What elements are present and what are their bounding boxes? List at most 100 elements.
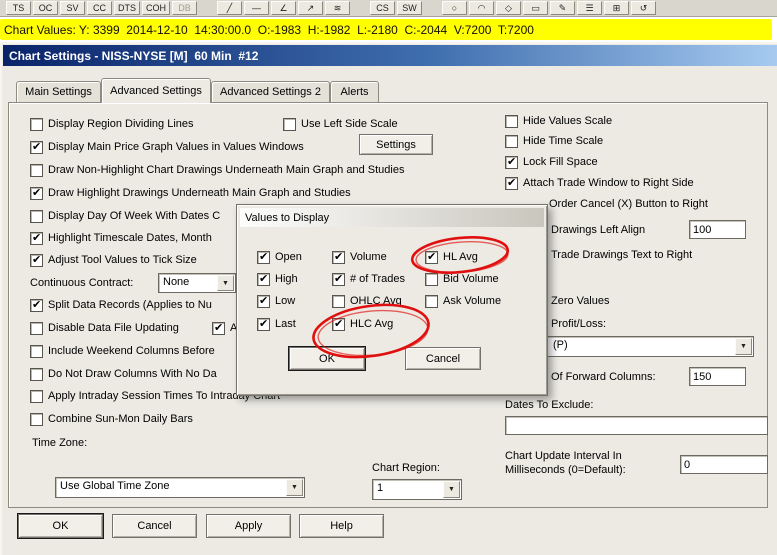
pencil-tool-icon[interactable]: ✎: [550, 1, 575, 15]
tab-advanced-settings-2[interactable]: Advanced Settings 2: [211, 81, 330, 102]
option-hlc-avg[interactable]: HLC Avg: [332, 317, 393, 331]
checkbox[interactable]: [505, 114, 518, 128]
checkbox[interactable]: [425, 294, 438, 308]
popup-titlebar[interactable]: Values to Display: [240, 208, 544, 227]
dialog-titlebar[interactable]: Chart Settings - NISS-NYSE [M] 60 Min #1…: [3, 45, 777, 66]
chevron-down-icon[interactable]: ▼: [443, 481, 460, 498]
apply-button[interactable]: Apply: [206, 514, 291, 538]
option-display-main-price-graph-values[interactable]: Display Main Price Graph Values in Value…: [30, 140, 304, 154]
toolbar-button-oc[interactable]: OC: [33, 1, 58, 15]
option-draw-highlight-drawings[interactable]: Draw Highlight Drawings Underneath Main …: [30, 186, 351, 200]
checkbox[interactable]: [30, 117, 43, 131]
option-display-day-of-week[interactable]: Display Day Of Week With Dates C: [30, 209, 220, 223]
checkbox[interactable]: [30, 209, 43, 223]
tab-alerts[interactable]: Alerts: [330, 81, 379, 102]
popup-ok-button[interactable]: OK: [289, 347, 365, 370]
option-lock-fill-space[interactable]: Lock Fill Space: [505, 155, 598, 169]
menu-tool-icon[interactable]: ☰: [577, 1, 602, 15]
option-hl-avg[interactable]: HL Avg: [425, 250, 478, 264]
option-combine-sun-mon-bars[interactable]: Combine Sun-Mon Daily Bars: [30, 412, 193, 426]
option-attach-trade-window[interactable]: Attach Trade Window to Right Side: [505, 176, 694, 190]
toolbar-button-sw[interactable]: SW: [397, 1, 422, 15]
checkbox[interactable]: [30, 253, 43, 267]
option-do-not-draw-columns[interactable]: Do Not Draw Columns With No Da: [30, 367, 217, 381]
arrow-tool-icon[interactable]: ↗: [298, 1, 323, 15]
option-draw-non-highlight-drawings[interactable]: Draw Non-Highlight Chart Drawings Undern…: [30, 163, 404, 177]
checkbox[interactable]: [332, 250, 345, 264]
checkbox[interactable]: [30, 298, 43, 312]
checkbox[interactable]: [257, 250, 270, 264]
tab-main-settings[interactable]: Main Settings: [16, 81, 101, 102]
dates-to-exclude-input[interactable]: [505, 416, 768, 435]
cancel-button[interactable]: Cancel: [112, 514, 197, 538]
option-use-left-side-scale[interactable]: Use Left Side Scale: [283, 117, 398, 131]
checkbox[interactable]: [283, 117, 296, 131]
option-include-weekend-columns[interactable]: Include Weekend Columns Before: [30, 344, 215, 358]
rectangle-tool-icon[interactable]: ▭: [523, 1, 548, 15]
trendline-tool-icon[interactable]: ╱: [217, 1, 242, 15]
chart-region-select[interactable]: 1 ▼: [372, 479, 462, 500]
toolbar-button-cc[interactable]: CC: [87, 1, 112, 15]
option-last[interactable]: Last: [257, 317, 296, 331]
option-ohlc-avg[interactable]: OHLC Avg: [332, 294, 402, 308]
time-zone-select[interactable]: Use Global Time Zone ▼: [55, 477, 305, 498]
option-open[interactable]: Open: [257, 250, 302, 264]
option-adjust-tool-values[interactable]: Adjust Tool Values to Tick Size: [30, 253, 197, 267]
checkbox[interactable]: [30, 163, 43, 177]
wave-tool-icon[interactable]: ≋: [325, 1, 350, 15]
checkbox[interactable]: [212, 321, 225, 335]
checkbox[interactable]: [30, 231, 43, 245]
checkbox[interactable]: [257, 294, 270, 308]
option-num-of-trades[interactable]: # of Trades: [332, 272, 405, 286]
checkbox[interactable]: [425, 272, 438, 286]
arc-tool-icon[interactable]: ◠: [469, 1, 494, 15]
chevron-down-icon[interactable]: ▼: [217, 275, 234, 291]
checkbox[interactable]: [30, 186, 43, 200]
option-truncated-a[interactable]: A: [212, 321, 237, 335]
chevron-down-icon[interactable]: ▼: [735, 338, 752, 355]
checkbox[interactable]: [30, 344, 43, 358]
checkbox[interactable]: [30, 140, 43, 154]
toolbar-button-db[interactable]: DB: [172, 1, 197, 15]
option-hide-time-scale[interactable]: Hide Time Scale: [505, 134, 603, 148]
ok-button[interactable]: OK: [18, 514, 103, 538]
tab-advanced-settings[interactable]: Advanced Settings: [101, 78, 211, 103]
toolbar-button-dts[interactable]: DTS: [114, 1, 140, 15]
option-ask-volume[interactable]: Ask Volume: [425, 294, 501, 308]
checkbox[interactable]: [332, 317, 345, 331]
ellipse-tool-icon[interactable]: ○: [442, 1, 467, 15]
checkbox[interactable]: [30, 389, 43, 403]
diamond-tool-icon[interactable]: ◇: [496, 1, 521, 15]
option-low[interactable]: Low: [257, 294, 295, 308]
angle-tool-icon[interactable]: ∠: [271, 1, 296, 15]
checkbox[interactable]: [505, 155, 518, 169]
checkbox[interactable]: [505, 134, 518, 148]
option-bid-volume[interactable]: Bid Volume: [425, 272, 499, 286]
update-interval-input[interactable]: [680, 455, 768, 474]
option-split-data-records[interactable]: Split Data Records (Applies to Nu: [30, 298, 212, 312]
horizontal-line-tool-icon[interactable]: —: [244, 1, 269, 15]
option-volume[interactable]: Volume: [332, 250, 387, 264]
popup-cancel-button[interactable]: Cancel: [405, 347, 481, 370]
toolbar-button-cs[interactable]: CS: [370, 1, 395, 15]
help-button[interactable]: Help: [299, 514, 384, 538]
forward-columns-input[interactable]: [689, 367, 746, 386]
option-disable-data-file-updating[interactable]: Disable Data File Updating: [30, 321, 179, 335]
toolbar-button-coh[interactable]: COH: [142, 1, 170, 15]
checkbox[interactable]: [30, 367, 43, 381]
option-display-region-dividing-lines[interactable]: Display Region Dividing Lines: [30, 117, 194, 131]
checkbox[interactable]: [30, 412, 43, 426]
checkbox[interactable]: [425, 250, 438, 264]
continuous-contract-select[interactable]: None ▼: [158, 273, 236, 293]
checkbox[interactable]: [30, 321, 43, 335]
checkbox[interactable]: [257, 272, 270, 286]
checkbox[interactable]: [257, 317, 270, 331]
chevron-down-icon[interactable]: ▼: [286, 479, 303, 496]
option-high[interactable]: High: [257, 272, 298, 286]
settings-button[interactable]: Settings: [359, 134, 433, 155]
option-highlight-timescale-dates[interactable]: Highlight Timescale Dates, Month: [30, 231, 212, 245]
checkbox[interactable]: [505, 176, 518, 190]
checkbox[interactable]: [332, 294, 345, 308]
drawings-left-align-input[interactable]: [689, 220, 746, 239]
toolbar-button-ts[interactable]: TS: [6, 1, 31, 15]
